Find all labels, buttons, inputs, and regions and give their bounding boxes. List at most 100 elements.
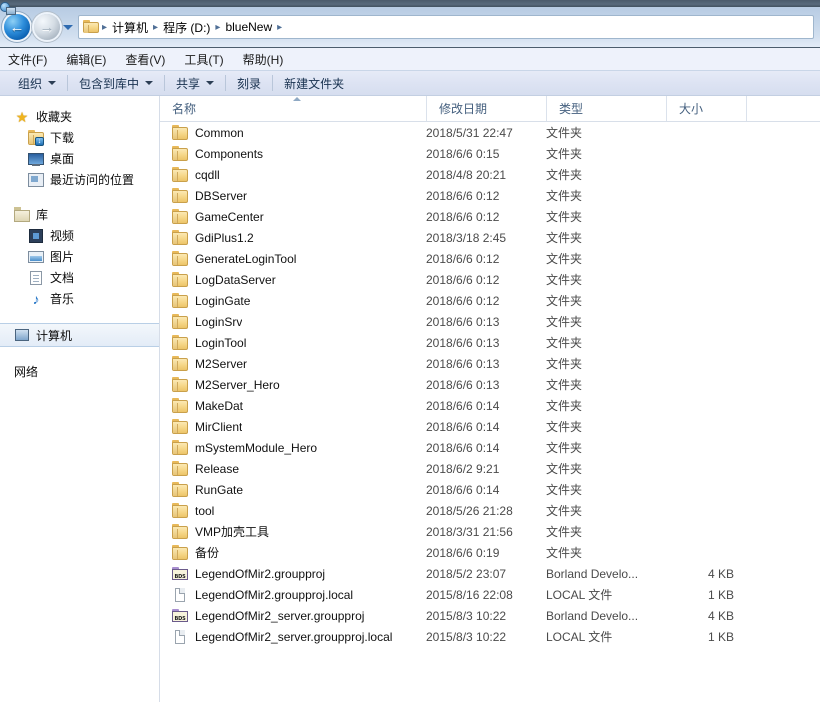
table-row[interactable]: Components 2018/6/6 0:15 文件夹	[160, 143, 820, 164]
table-row[interactable]: M2Server 2018/6/6 0:13 文件夹	[160, 353, 820, 374]
cell-name[interactable]: VMP加壳工具	[160, 523, 426, 540]
table-row[interactable]: BDS LegendOfMir2.groupproj 2018/5/2 23:07 B…	[160, 563, 820, 584]
cell-name[interactable]: Components	[160, 145, 426, 162]
cell-name[interactable]: Common	[160, 124, 426, 141]
cell-type: LOCAL 文件	[546, 588, 613, 602]
folder-icon	[172, 397, 188, 414]
toolbar-separator-4	[272, 75, 274, 91]
menu-view[interactable]: 查看(V)	[125, 49, 175, 70]
column-header-date[interactable]: 修改日期	[426, 96, 546, 121]
sidebar-item-desktop[interactable]: 桌面	[0, 148, 159, 169]
table-row[interactable]: MirClient 2018/6/6 0:14 文件夹	[160, 416, 820, 437]
cell-name[interactable]: LoginSrv	[160, 313, 426, 330]
breadcrumb-separator-3[interactable]: ▸	[276, 22, 283, 33]
breadcrumb-drive[interactable]: 程序 (D:)	[159, 18, 214, 37]
sidebar-item-documents[interactable]: 文档	[0, 267, 159, 288]
table-row[interactable]: LoginGate 2018/6/6 0:12 文件夹	[160, 290, 820, 311]
cell-name[interactable]: 备份	[160, 544, 426, 561]
table-row[interactable]: LogDataServer 2018/6/6 0:12 文件夹	[160, 269, 820, 290]
organize-label: 组织	[18, 76, 43, 91]
table-row[interactable]: Release 2018/6/2 9:21 文件夹	[160, 458, 820, 479]
cell-name[interactable]: BDS LegendOfMir2.groupproj	[160, 566, 426, 582]
history-dropdown-button[interactable]	[60, 14, 76, 40]
sidebar-item-network[interactable]: 网络	[0, 2, 159, 382]
share-button[interactable]: 共享	[168, 73, 222, 93]
cell-name[interactable]: cqdll	[160, 166, 426, 183]
cell-name[interactable]: GenerateLoginTool	[160, 250, 426, 267]
table-row[interactable]: BDS LegendOfMir2_server.groupproj 2015/8/3…	[160, 605, 820, 626]
table-row[interactable]: VMP加壳工具 2018/3/31 21:56 文件夹	[160, 521, 820, 542]
folder-icon	[172, 523, 188, 540]
table-row[interactable]: LoginSrv 2018/6/6 0:13 文件夹	[160, 311, 820, 332]
table-row[interactable]: DBServer 2018/6/6 0:12 文件夹	[160, 185, 820, 206]
cell-name[interactable]: GameCenter	[160, 208, 426, 225]
breadcrumb-separator-0[interactable]: ▸	[101, 22, 108, 33]
menu-edit[interactable]: 编辑(E)	[66, 49, 116, 70]
cell-name[interactable]: LoginTool	[160, 334, 426, 351]
organize-button[interactable]: 组织	[10, 73, 64, 93]
column-header-type[interactable]: 类型	[546, 96, 666, 121]
table-row[interactable]: 备份 2018/6/6 0:19 文件夹	[160, 542, 820, 563]
file-name-label: VMP加壳工具	[195, 525, 270, 539]
sidebar-item-videos[interactable]: 视频	[0, 225, 159, 246]
table-row[interactable]: RunGate 2018/6/6 0:14 文件夹	[160, 479, 820, 500]
cell-name[interactable]: LoginGate	[160, 292, 426, 309]
cell-name[interactable]: Release	[160, 460, 426, 477]
table-row[interactable]: GameCenter 2018/6/6 0:12 文件夹	[160, 206, 820, 227]
menu-help[interactable]: 帮助(H)	[243, 49, 294, 70]
cell-name[interactable]: MakeDat	[160, 397, 426, 414]
sidebar-item-music[interactable]: ♪ 音乐	[0, 288, 159, 309]
cell-name[interactable]: LegendOfMir2_server.groupproj.local	[160, 629, 426, 645]
menu-file[interactable]: 文件(F)	[8, 49, 57, 70]
table-row[interactable]: GenerateLoginTool 2018/6/6 0:12 文件夹	[160, 248, 820, 269]
table-row[interactable]: LegendOfMir2.groupproj.local 2015/8/16 22…	[160, 584, 820, 605]
cell-name[interactable]: M2Server_Hero	[160, 376, 426, 393]
sidebar-item-downloads[interactable]: ↓ 下载	[0, 127, 159, 148]
breadcrumb-separator-1[interactable]: ▸	[152, 22, 159, 33]
column-header-type-label: 类型	[559, 102, 584, 116]
table-row[interactable]: M2Server_Hero 2018/6/6 0:13 文件夹	[160, 374, 820, 395]
cell-name[interactable]: MirClient	[160, 418, 426, 435]
back-button[interactable]: ←	[4, 14, 30, 40]
table-row[interactable]: GdiPlus1.2 2018/3/18 2:45 文件夹	[160, 227, 820, 248]
sidebar-item-computer[interactable]: 计算机	[0, 323, 159, 347]
sidebar-item-library[interactable]: 库	[0, 204, 159, 225]
cell-name[interactable]: GdiPlus1.2	[160, 229, 426, 246]
table-row[interactable]: LegendOfMir2_server.groupproj.local 2015/…	[160, 626, 820, 647]
cell-name[interactable]: tool	[160, 502, 426, 519]
table-row[interactable]: mSystemModule_Hero 2018/6/6 0:14 文件夹	[160, 437, 820, 458]
folder-icon	[172, 418, 188, 435]
cell-name[interactable]: LogDataServer	[160, 271, 426, 288]
column-header-size[interactable]: 大小	[666, 96, 746, 121]
cell-date: 2018/6/2 9:21	[426, 461, 500, 476]
chevron-down-icon	[206, 81, 215, 85]
cell-date: 2018/3/31 21:56	[426, 524, 513, 539]
address-bar[interactable]: ▸ 计算机 ▸ 程序 (D:) ▸ blueNew ▸	[78, 15, 814, 39]
sidebar-gap-3	[0, 347, 159, 361]
cell-name[interactable]: LegendOfMir2.groupproj.local	[160, 587, 426, 603]
cell-name[interactable]: BDS LegendOfMir2_server.groupproj	[160, 608, 426, 624]
include-in-library-button[interactable]: 包含到库中	[71, 73, 161, 93]
table-row[interactable]: MakeDat 2018/6/6 0:14 文件夹	[160, 395, 820, 416]
table-row[interactable]: tool 2018/5/26 21:28 文件夹	[160, 500, 820, 521]
sidebar-item-favorites[interactable]: ★ 收藏夹	[0, 106, 159, 127]
cell-name[interactable]: M2Server	[160, 355, 426, 372]
column-header-name[interactable]: 名称	[160, 96, 426, 121]
menu-tools[interactable]: 工具(T)	[184, 49, 233, 70]
cell-name[interactable]: DBServer	[160, 187, 426, 204]
sidebar-label-network: 网络	[14, 365, 39, 379]
sidebar-label-downloads: 下载	[50, 131, 75, 145]
new-folder-button[interactable]: 新建文件夹	[276, 73, 352, 93]
table-row[interactable]: cqdll 2018/4/8 20:21 文件夹	[160, 164, 820, 185]
sidebar-item-pictures[interactable]: 图片	[0, 246, 159, 267]
breadcrumb-separator-2[interactable]: ▸	[214, 22, 221, 33]
sidebar-item-recent-places[interactable]: 最近访问的位置	[0, 169, 159, 190]
breadcrumb-computer[interactable]: 计算机	[108, 18, 152, 37]
cell-name[interactable]: RunGate	[160, 481, 426, 498]
table-row[interactable]: LoginTool 2018/6/6 0:13 文件夹	[160, 332, 820, 353]
table-row[interactable]: Common 2018/5/31 22:47 文件夹	[160, 122, 820, 143]
forward-button[interactable]: →	[34, 14, 60, 40]
breadcrumb-bluenew[interactable]: blueNew	[221, 19, 276, 35]
burn-button[interactable]: 刻录	[229, 73, 269, 93]
cell-name[interactable]: mSystemModule_Hero	[160, 439, 426, 456]
